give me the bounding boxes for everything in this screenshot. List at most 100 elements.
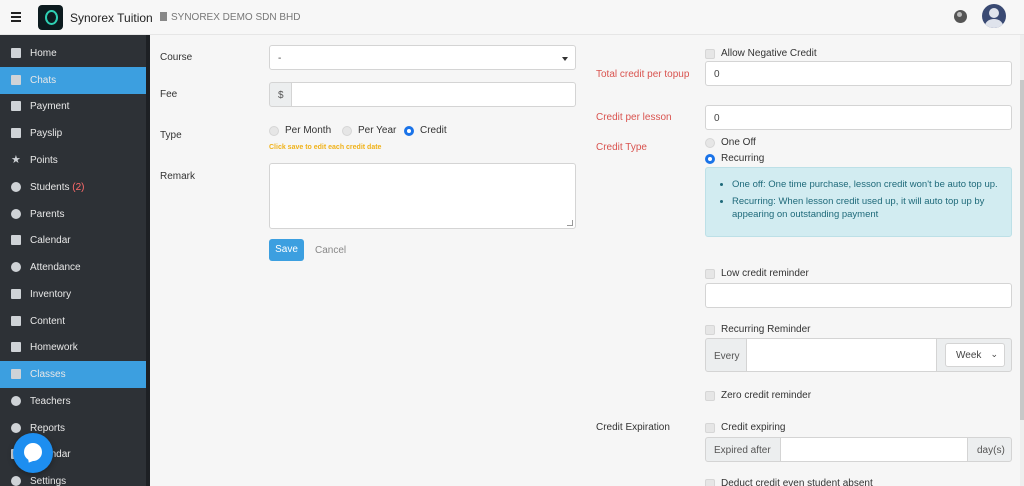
credit-expiring-label[interactable]: Credit expiring <box>721 422 785 433</box>
remark-textarea[interactable] <box>269 163 576 229</box>
chat-widget-icon[interactable] <box>13 433 53 473</box>
sidebar-item-payslip[interactable]: Payslip <box>0 120 146 147</box>
calendar-icon <box>11 235 21 245</box>
credit-expiration-label: Credit Expiration <box>596 422 670 433</box>
sidebar-item-homework[interactable]: Homework <box>0 334 146 361</box>
sidebar-item-label: Home <box>30 48 57 59</box>
app-name[interactable]: Synorex Tuition <box>70 11 153 25</box>
type-credit-radio[interactable] <box>404 126 414 136</box>
fee-label: Fee <box>160 89 178 100</box>
sidebar-item-label: Payment <box>30 101 70 112</box>
sidebar-item-label: Chats <box>30 75 57 86</box>
fee-currency-symbol: $ <box>278 90 284 101</box>
course-select[interactable]: - <box>269 45 576 70</box>
expired-after-input[interactable] <box>780 437 968 462</box>
type-per-year-radio[interactable] <box>342 126 352 136</box>
sidebar-item-label: Settings <box>30 476 67 486</box>
total-credit-per-topup-label: Total credit per topup <box>596 69 690 80</box>
app-logo[interactable] <box>38 5 63 30</box>
credit-per-lesson-label: Credit per lesson <box>596 112 672 123</box>
sidebar-item-payment[interactable]: Payment <box>0 93 146 120</box>
sidebar-item-label: Students (2) <box>30 182 85 193</box>
bullhorn-icon <box>11 316 21 326</box>
hamburger-icon[interactable] <box>11 12 21 22</box>
resize-grip-icon[interactable] <box>567 220 573 226</box>
remark-label: Remark <box>160 171 196 182</box>
info-recurring: Recurring: When lesson credit used up, i… <box>732 195 1005 221</box>
info-list: One off: One time purchase, lesson credi… <box>720 178 1005 225</box>
scrollbar[interactable] <box>1020 35 1024 486</box>
credit-type-one-off-label[interactable]: One Off <box>721 137 756 148</box>
recurring-period-select[interactable]: Week ⌄ <box>945 343 1005 367</box>
sidebar-item-parents[interactable]: Parents <box>0 201 146 228</box>
days-suffix: day(s) <box>977 445 1005 456</box>
star-icon: ★ <box>11 154 21 166</box>
sidebar-item-content[interactable]: Content <box>0 308 146 335</box>
sidebar-item-attendance[interactable]: Attendance <box>0 254 146 281</box>
credit-type-recurring-radio[interactable] <box>705 154 715 164</box>
info-one-off: One off: One time purchase, lesson credi… <box>732 178 1005 191</box>
file-icon <box>11 128 21 138</box>
sidebar-item-label: Teachers <box>30 396 71 407</box>
sidebar-item-label: Inventory <box>30 289 72 300</box>
total-credit-per-topup-input[interactable]: 0 <box>705 61 1012 86</box>
home-icon <box>11 48 21 58</box>
user-avatar[interactable] <box>982 4 1006 28</box>
type-credit-label[interactable]: Credit <box>420 125 447 136</box>
fee-input[interactable] <box>291 82 576 107</box>
type-label: Type <box>160 130 182 141</box>
school-icon <box>11 369 21 379</box>
users-icon <box>11 182 21 192</box>
type-per-year-label[interactable]: Per Year <box>358 125 396 136</box>
recurring-every-input[interactable] <box>746 338 937 372</box>
sidebar-item-classes[interactable]: Classes <box>0 361 146 388</box>
zero-credit-reminder-label[interactable]: Zero credit reminder <box>721 390 811 401</box>
sidebar-item-label: Homework <box>30 342 78 353</box>
sidebar-item-chats[interactable]: Chats <box>0 67 146 94</box>
type-per-month-radio[interactable] <box>269 126 279 136</box>
course-select-value: - <box>278 53 282 64</box>
sidebar-item-teachers[interactable]: Teachers <box>0 388 146 415</box>
recurring-reminder-checkbox[interactable] <box>705 325 715 335</box>
recurring-reminder-label[interactable]: Recurring Reminder <box>721 324 810 335</box>
credit-expiring-checkbox[interactable] <box>705 423 715 433</box>
sidebar-item-students[interactable]: Students (2) <box>0 174 146 201</box>
credit-type-label: Credit Type <box>596 142 647 153</box>
credit-per-lesson-input[interactable]: 0 <box>705 105 1012 130</box>
sidebar-item-points[interactable]: ★ Points <box>0 147 146 174</box>
deduct-credit-absent-checkbox[interactable] <box>705 479 715 486</box>
allow-negative-credit-checkbox[interactable] <box>705 49 715 59</box>
low-credit-reminder-checkbox[interactable] <box>705 269 715 279</box>
building-icon <box>160 12 167 21</box>
credit-type-recurring-label[interactable]: Recurring <box>721 153 764 164</box>
sidebar-item-settings[interactable]: Settings <box>0 468 146 486</box>
days-addon: day(s) <box>967 437 1012 462</box>
credit-type-one-off-radio[interactable] <box>705 138 715 148</box>
sidebar-item-calendar[interactable]: Calendar <box>0 227 146 254</box>
cancel-button[interactable]: Cancel <box>315 245 346 256</box>
sidebar-item-label: Calendar <box>30 235 71 246</box>
chevron-down-icon: ⌄ <box>990 349 998 359</box>
save-button[interactable]: Save <box>269 239 304 261</box>
zero-credit-reminder-checkbox[interactable] <box>705 391 715 401</box>
total-credit-per-topup-value: 0 <box>714 69 720 80</box>
deduct-credit-absent-label[interactable]: Deduct credit even student absent <box>721 478 873 486</box>
allow-negative-credit-label[interactable]: Allow Negative Credit <box>721 48 817 59</box>
file-icon <box>11 75 21 85</box>
file-icon <box>11 101 21 111</box>
sidebar-item-inventory[interactable]: Inventory <box>0 281 146 308</box>
low-credit-reminder-input[interactable] <box>705 283 1012 308</box>
pie-chart-icon <box>11 423 21 433</box>
type-per-month-label[interactable]: Per Month <box>285 125 331 136</box>
credit-per-lesson-value: 0 <box>714 113 720 124</box>
sidebar-item-label: Points <box>30 155 58 166</box>
sidebar-item-home[interactable]: Home <box>0 40 146 67</box>
recurring-period-value: Week <box>956 350 982 361</box>
low-credit-reminder-label[interactable]: Low credit reminder <box>721 268 809 279</box>
globe-icon[interactable] <box>954 10 967 23</box>
book-icon <box>11 342 21 352</box>
sidebar-item-label: Attendance <box>30 262 81 273</box>
chart-icon <box>11 289 21 299</box>
sidebar-item-label: Payslip <box>30 128 63 139</box>
teacher-icon <box>11 396 21 406</box>
